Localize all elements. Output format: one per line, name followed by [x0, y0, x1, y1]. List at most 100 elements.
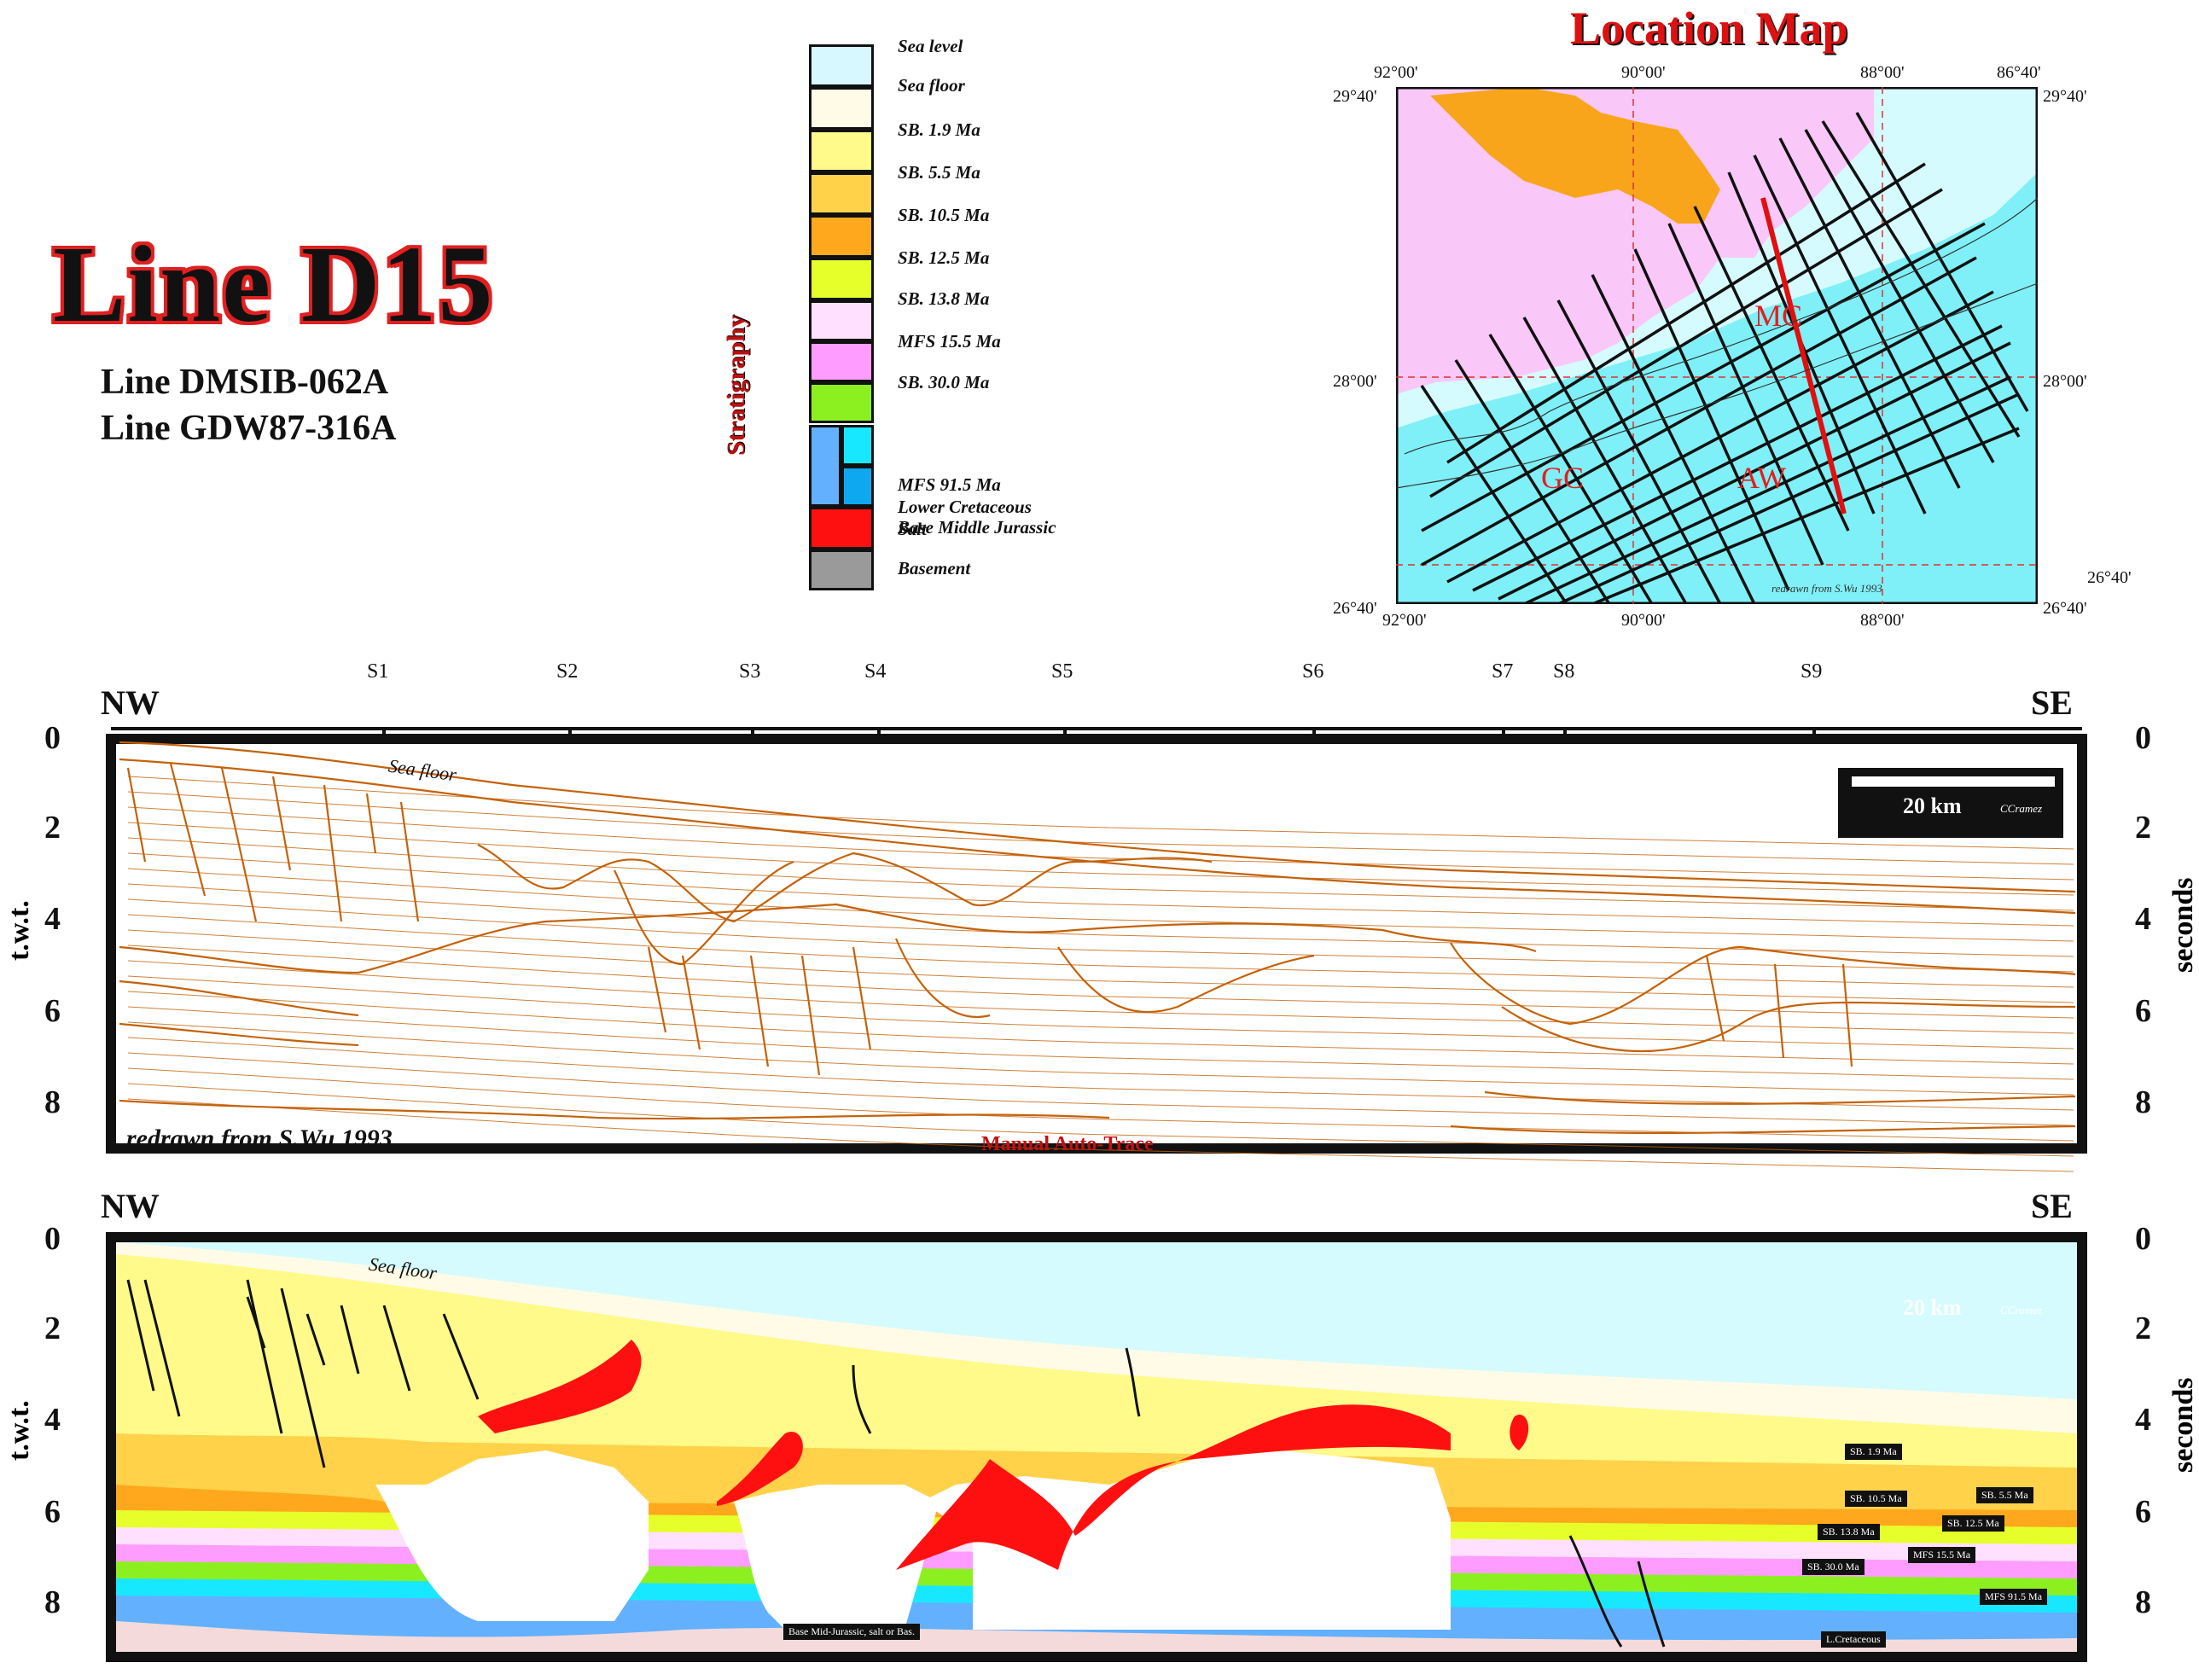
scale-text: 20 km: [1903, 793, 1962, 818]
horizon-tag: L.Cretaceous: [1821, 1631, 1886, 1648]
nw-label-bottom: NW: [101, 1187, 160, 1225]
horizon-tag: SB. 13.8 Ma: [1818, 1524, 1880, 1540]
area-label: MC: [1754, 299, 1802, 333]
legend-swatch: [809, 382, 874, 423]
horizon-tag: SB. 12.5 Ma: [1942, 1515, 2004, 1532]
lat-label: 28°00': [2043, 372, 2087, 391]
legend-label: SB. 10.5 Ma: [898, 205, 990, 225]
tick-label: 4: [44, 901, 61, 937]
tie-label: S1: [367, 660, 389, 683]
location-map: MC GC AW redrawn from S.Wu 1993: [1396, 87, 2038, 604]
lon-label: 86°40': [1997, 63, 2041, 82]
scale-text: 20 km: [1903, 1295, 1962, 1320]
area-label: GC: [1541, 461, 1584, 495]
legend-swatch: [809, 300, 874, 341]
tick-label: 8: [2135, 1584, 2151, 1620]
legend-label: Sea level: [898, 36, 963, 56]
scale-credit: CCramez: [2000, 1304, 2043, 1317]
tick-label: 6: [44, 1494, 61, 1530]
lon-label: 88°00': [1860, 611, 1905, 630]
legend-label: SB. 13.8 Ma: [898, 288, 990, 309]
map-credit: redrawn from S.Wu 1993: [1771, 582, 1882, 595]
tie-label: S7: [1492, 660, 1514, 683]
legend-swatch: [809, 549, 874, 590]
tie-label: S2: [556, 660, 579, 683]
legend-swatch: [809, 87, 874, 130]
legend-swatch: [809, 507, 874, 549]
nw-label-top: NW: [101, 683, 160, 722]
horizon-tag: Base Mid-Jurassic, salt or Bas.: [783, 1624, 920, 1640]
tick-label: 6: [2135, 993, 2151, 1029]
subtitle-1: Line DMSIB-062A: [101, 363, 389, 402]
tie-label: S3: [739, 660, 761, 683]
lon-label: 90°00': [1621, 63, 1666, 82]
tick-label: 6: [2135, 1494, 2151, 1530]
legend-label: SB. 5.5 Ma: [898, 162, 980, 183]
se-label-bottom: SE: [2031, 1187, 2073, 1225]
axis-label-left: t.w.t.: [3, 900, 35, 961]
tick-label: 4: [44, 1402, 61, 1438]
horizon-tag: SB. 5.5 Ma: [1976, 1487, 2033, 1503]
horizon-tag: MFS 91.5 Ma: [1980, 1589, 2048, 1605]
tick-label: 6: [44, 993, 61, 1029]
lon-label: 88°00': [1860, 63, 1905, 82]
tick-label: 0: [2135, 720, 2151, 756]
stratigraphy-heading: Stratigraphy: [722, 315, 750, 456]
tick-label: 0: [44, 720, 61, 756]
lat-label: 26°40': [2043, 599, 2087, 618]
horizon-tag: MFS 15.5 Ma: [1908, 1547, 1976, 1563]
lat-label: 28°00': [1333, 372, 1377, 391]
legend-label: Sea floor: [898, 75, 965, 96]
axis-label-right: seconds: [2167, 1377, 2199, 1473]
tie-label: S9: [1801, 660, 1823, 683]
tick-label: 0: [2135, 1221, 2151, 1257]
tick-label: 2: [2135, 810, 2151, 846]
lat-label: 26°40': [1333, 599, 1377, 618]
legend-label: SB. 1.9 Ma: [898, 119, 980, 140]
tick-label: 8: [44, 1584, 61, 1620]
location-map-title: Location Map: [1570, 3, 1848, 54]
tick-label: 2: [44, 1311, 61, 1346]
horizon-tag: SB. 1.9 Ma: [1845, 1444, 1902, 1460]
tick-label: 8: [2135, 1084, 2151, 1120]
horizon-tag: SB. 10.5 Ma: [1845, 1491, 1907, 1507]
legend-swatch: [841, 425, 874, 466]
legend-swatch: [809, 341, 874, 382]
lon-label: 92°00': [1382, 611, 1427, 630]
tick-label: 8: [44, 1084, 61, 1120]
subtitle-2: Line GDW87-316A: [101, 409, 397, 448]
tie-label: S5: [1051, 660, 1073, 683]
legend-swatch: [809, 425, 841, 507]
legend-label: Salt: [898, 519, 927, 539]
tick-label: 4: [2135, 901, 2151, 937]
legend-swatch: [809, 172, 874, 215]
legend-label: MFS 91.5 Ma: [898, 474, 1001, 495]
lon-label: 90°00': [1621, 611, 1666, 630]
top-credit: redrawn from S.Wu 1993: [126, 1125, 393, 1153]
lat-label: 26°40': [2087, 568, 2132, 587]
tie-label: S8: [1553, 660, 1575, 683]
tick-label: 2: [2135, 1311, 2151, 1346]
lon-label: 92°00': [1374, 63, 1418, 82]
top-caption: Manual Auto-Trace: [981, 1133, 1154, 1155]
legend-swatch: [809, 258, 874, 300]
legend-swatch: [809, 130, 874, 172]
legend-label: MFS 15.5 Ma: [898, 331, 1001, 352]
legend-swatch: [809, 44, 874, 87]
tie-label: S4: [864, 660, 887, 683]
legend-label: Basement: [898, 558, 971, 578]
se-label-top: SE: [2031, 683, 2073, 722]
axis-label-right: seconds: [2167, 877, 2199, 973]
lat-label: 29°40': [2043, 87, 2087, 106]
area-label: AW: [1737, 461, 1786, 495]
legend-swatch: [809, 215, 874, 258]
legend-label: SB. 12.5 Ma: [898, 247, 990, 268]
lat-label: 29°40': [1333, 87, 1377, 106]
legend-label: SB. 30.0 Ma: [898, 372, 990, 392]
axis-label-left: t.w.t.: [3, 1400, 35, 1461]
tick-label: 2: [44, 810, 61, 846]
tick-label: 0: [44, 1221, 61, 1257]
tie-label: S6: [1302, 660, 1324, 683]
page-title: Line D15: [53, 224, 495, 345]
horizon-tag: SB. 30.0 Ma: [1802, 1559, 1864, 1575]
